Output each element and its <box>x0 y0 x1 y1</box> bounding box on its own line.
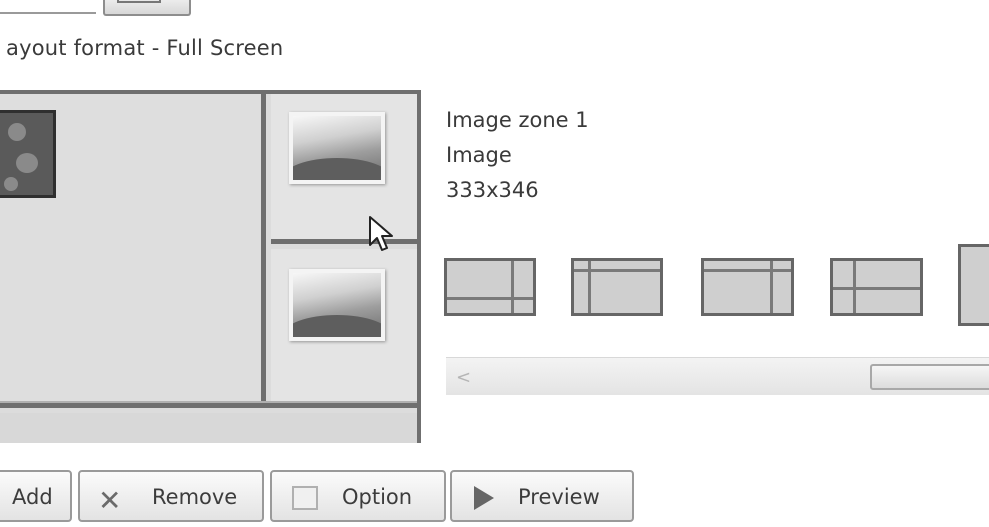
bottom-zone[interactable] <box>0 413 417 443</box>
top-field[interactable] <box>0 0 96 14</box>
add-button-label: Add <box>12 485 53 509</box>
image-placeholder-icon <box>289 269 385 341</box>
action-button-bar: Add ✕ Remove Option Preview <box>0 470 989 527</box>
zone-type: Image <box>446 143 512 167</box>
layout-option-5[interactable] <box>958 244 989 326</box>
scroll-left-arrow[interactable]: < <box>456 367 471 388</box>
remove-button[interactable]: ✕ Remove <box>78 470 264 522</box>
image-zone-1[interactable] <box>271 94 417 244</box>
bottom-zone-strip[interactable] <box>0 401 417 408</box>
add-button[interactable]: Add <box>0 470 72 522</box>
layout-option-3[interactable] <box>701 258 794 316</box>
image-placeholder-icon <box>289 112 385 184</box>
remove-button-label: Remove <box>152 485 238 509</box>
zone-size: 333x346 <box>446 178 539 202</box>
layout-format-title: ayout format - Full Screen <box>6 36 284 60</box>
layout-options-scrollbar[interactable]: < <box>446 357 989 395</box>
top-button[interactable] <box>103 0 191 16</box>
layout-option-4[interactable] <box>830 258 923 316</box>
main-zone-thumbnail <box>0 110 56 198</box>
layout-option-2[interactable] <box>571 258 663 316</box>
zone-name: Image zone 1 <box>446 108 589 132</box>
play-icon <box>474 486 494 510</box>
mouse-pointer-icon <box>369 216 393 251</box>
layout-option-1[interactable] <box>444 258 536 316</box>
preview-button[interactable]: Preview <box>450 470 634 522</box>
preview-button-label: Preview <box>518 485 600 509</box>
x-icon: ✕ <box>98 484 122 517</box>
layout-preview <box>0 90 421 443</box>
option-icon <box>292 486 318 510</box>
top-button-icon <box>117 0 161 3</box>
option-button[interactable]: Option <box>270 470 446 522</box>
top-toolbar-fragment <box>0 0 192 18</box>
image-zone-2[interactable] <box>271 249 417 401</box>
main-zone[interactable] <box>0 94 266 401</box>
scroll-thumb[interactable] <box>870 364 989 390</box>
option-button-label: Option <box>342 485 413 509</box>
